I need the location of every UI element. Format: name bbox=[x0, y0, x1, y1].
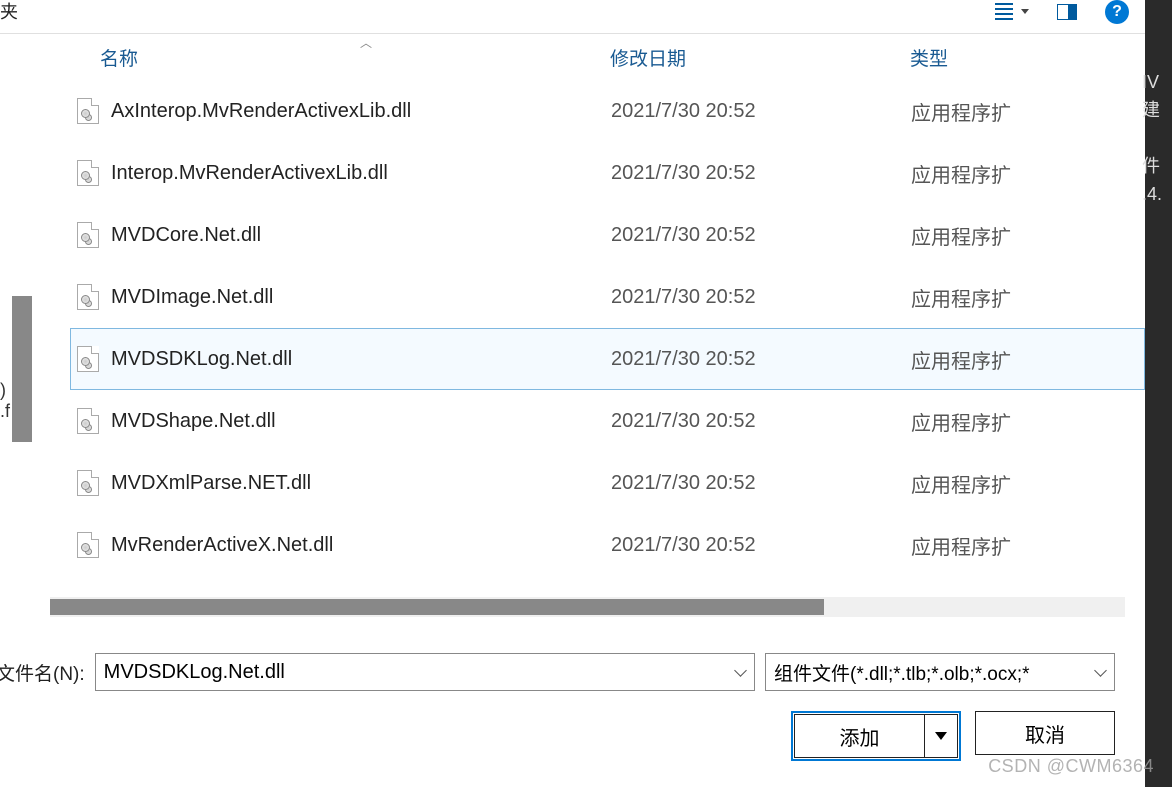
watermark: CSDN @CWM6364 bbox=[988, 756, 1154, 777]
dll-file-icon bbox=[77, 222, 99, 248]
file-type: 应用程序扩 bbox=[911, 283, 1144, 312]
file-date: 2021/7/30 20:52 bbox=[611, 534, 911, 557]
dll-file-icon bbox=[77, 346, 99, 372]
column-headers: 名称 修改日期 类型 bbox=[0, 34, 1145, 80]
file-type: 应用程序扩 bbox=[911, 97, 1144, 126]
horizontal-scrollbar[interactable] bbox=[50, 597, 1125, 617]
file-name: MVDImage.Net.dll bbox=[111, 286, 273, 309]
file-type: 应用程序扩 bbox=[911, 221, 1144, 250]
dll-file-icon bbox=[77, 284, 99, 310]
add-button-dropdown[interactable] bbox=[924, 714, 958, 758]
file-name: MVDXmlParse.NET.dll bbox=[111, 472, 311, 495]
file-list-area: ︿ 名称 修改日期 类型 AxInterop.MvRenderActivexLi… bbox=[0, 34, 1145, 617]
dll-file-icon bbox=[77, 470, 99, 496]
file-date: 2021/7/30 20:52 bbox=[611, 162, 911, 185]
dll-file-icon bbox=[77, 160, 99, 186]
dll-file-icon bbox=[77, 532, 99, 558]
preview-pane-button[interactable] bbox=[1057, 4, 1077, 20]
file-date: 2021/7/30 20:52 bbox=[611, 224, 911, 247]
file-row[interactable]: AxInterop.MvRenderActivexLib.dll 2021/7/3… bbox=[70, 80, 1145, 142]
dialog-toolbar: 夹 ? bbox=[0, 0, 1145, 34]
list-view-icon bbox=[995, 3, 1013, 20]
file-date: 2021/7/30 20:52 bbox=[611, 100, 911, 123]
file-row[interactable]: MVDShape.Net.dll 2021/7/30 20:52应用程序扩 bbox=[70, 390, 1145, 452]
dll-file-icon bbox=[77, 408, 99, 434]
file-name: MvRenderActiveX.Net.dll bbox=[111, 534, 333, 557]
file-type-filter[interactable]: 组件文件(*.dll;*.tlb;*.olb;*.ocx;* bbox=[765, 653, 1115, 691]
filename-input[interactable]: MVDSDKLog.Net.dll bbox=[95, 653, 755, 691]
nav-scrollbar-thumb[interactable] bbox=[12, 296, 32, 442]
help-button[interactable]: ? bbox=[1105, 0, 1129, 24]
title-fragment: 夹 bbox=[0, 0, 18, 24]
file-type: 应用程序扩 bbox=[911, 469, 1144, 498]
file-row[interactable]: Interop.MvRenderActivexLib.dll 2021/7/30 … bbox=[70, 142, 1145, 204]
view-menu-button[interactable] bbox=[995, 3, 1029, 20]
file-row[interactable]: MVDXmlParse.NET.dll 2021/7/30 20:52应用程序扩 bbox=[70, 452, 1145, 514]
column-header-date[interactable]: 修改日期 bbox=[610, 44, 910, 71]
file-row[interactable]: MVDImage.Net.dll 2021/7/30 20:52应用程序扩 bbox=[70, 266, 1145, 328]
column-header-name[interactable]: 名称 bbox=[70, 44, 610, 71]
file-name: MVDShape.Net.dll bbox=[111, 410, 276, 433]
file-open-dialog: 夹 ? ︿ 名称 修改日期 类型 AxInterop.MvRenderActiv… bbox=[0, 0, 1145, 787]
file-type: 应用程序扩 bbox=[911, 407, 1144, 436]
background-text-fragment-left: ) .f bbox=[0, 380, 10, 422]
file-name: MVDSDKLog.Net.dll bbox=[111, 348, 292, 371]
file-date: 2021/7/30 20:52 bbox=[611, 348, 911, 371]
file-date: 2021/7/30 20:52 bbox=[611, 410, 911, 433]
file-row[interactable]: MVDSDKLog.Net.dll 2021/7/30 20:52应用程序扩 bbox=[70, 328, 1145, 390]
dll-file-icon bbox=[77, 98, 99, 124]
file-date: 2021/7/30 20:52 bbox=[611, 286, 911, 309]
column-header-type[interactable]: 类型 bbox=[910, 44, 1145, 71]
cancel-button[interactable]: 取消 bbox=[975, 711, 1115, 755]
file-list: AxInterop.MvRenderActivexLib.dll 2021/7/3… bbox=[0, 80, 1145, 576]
file-name: AxInterop.MvRenderActivexLib.dll bbox=[111, 100, 411, 123]
file-type: 应用程序扩 bbox=[911, 531, 1144, 560]
background-text-fragment: IV 建 件 .4. bbox=[1140, 44, 1172, 232]
chevron-down-icon bbox=[1021, 9, 1029, 14]
filter-value: 组件文件(*.dll;*.tlb;*.olb;*.ocx;* bbox=[774, 659, 1030, 686]
filename-value: MVDSDKLog.Net.dll bbox=[104, 661, 285, 684]
file-type: 应用程序扩 bbox=[911, 159, 1144, 188]
file-name: Interop.MvRenderActivexLib.dll bbox=[111, 162, 388, 185]
chevron-down-icon[interactable] bbox=[734, 666, 746, 678]
filename-label: 文件名(N): bbox=[0, 659, 85, 686]
file-type: 应用程序扩 bbox=[911, 345, 1144, 374]
chevron-down-icon[interactable] bbox=[1094, 666, 1106, 678]
add-button[interactable]: 添加 bbox=[794, 714, 924, 758]
dialog-footer: 文件名(N): MVDSDKLog.Net.dll 组件文件(*.dll;*.t… bbox=[0, 617, 1145, 787]
horizontal-scrollbar-thumb[interactable] bbox=[50, 599, 824, 615]
add-split-button: 添加 bbox=[791, 711, 961, 761]
file-name: MVDCore.Net.dll bbox=[111, 224, 261, 247]
file-row[interactable]: MVDCore.Net.dll 2021/7/30 20:52应用程序扩 bbox=[70, 204, 1145, 266]
file-date: 2021/7/30 20:52 bbox=[611, 472, 911, 495]
file-row[interactable]: MvRenderActiveX.Net.dll 2021/7/30 20:52应用… bbox=[70, 514, 1145, 576]
